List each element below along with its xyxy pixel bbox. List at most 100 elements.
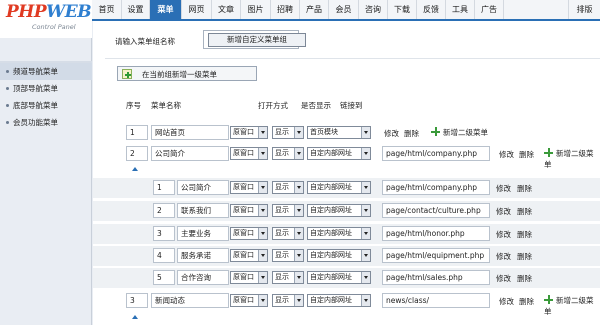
visible-select[interactable]: 显示 xyxy=(272,181,304,194)
open-mode-select[interactable]: 原窗口 xyxy=(230,181,268,194)
edit-link[interactable]: 修改 xyxy=(496,273,511,284)
open-mode-select[interactable]: 原窗口 xyxy=(230,147,268,160)
open-mode-select[interactable]: 原窗口 xyxy=(230,204,268,217)
layout-button[interactable]: 排版 xyxy=(568,0,600,19)
edit-link[interactable]: 修改 xyxy=(499,296,514,307)
open-mode-select[interactable]: 原窗口 xyxy=(230,294,268,307)
add-submenu-button[interactable]: 新增二级菜单 xyxy=(544,295,600,317)
open-mode-value: 原窗口 xyxy=(233,229,254,237)
open-mode-select[interactable]: 原窗口 xyxy=(230,126,268,139)
edit-link[interactable]: 修改 xyxy=(499,149,514,160)
sidebar-item-bottom-nav[interactable]: 底部导航菜单 xyxy=(0,97,92,114)
order-input[interactable]: 2 xyxy=(126,146,148,161)
delete-link[interactable]: 删除 xyxy=(519,149,534,160)
tab-pages[interactable]: 网页 xyxy=(182,0,212,19)
visible-select[interactable]: 显示 xyxy=(272,249,304,262)
collapse-icon[interactable] xyxy=(132,315,138,319)
collapse-icon[interactable] xyxy=(132,167,138,171)
menu-name-input[interactable]: 网站首页 xyxy=(151,125,229,140)
visible-select[interactable]: 显示 xyxy=(272,294,304,307)
sidebar-item-member-menu[interactable]: 会员功能菜单 xyxy=(0,114,92,131)
edit-link[interactable]: 修改 xyxy=(496,183,511,194)
visible-select[interactable]: 显示 xyxy=(272,227,304,240)
tab-members[interactable]: 会员 xyxy=(329,0,359,19)
visible-select[interactable]: 显示 xyxy=(272,204,304,217)
menu-name-input[interactable]: 联系我们 xyxy=(177,203,229,218)
delete-link[interactable]: 删除 xyxy=(517,251,532,262)
link-target-select[interactable]: 自定内部网址 xyxy=(307,227,371,240)
visible-select[interactable]: 显示 xyxy=(272,271,304,284)
url-input[interactable]: page/html/company.php xyxy=(382,146,490,161)
delete-link[interactable]: 删除 xyxy=(519,296,534,307)
menu-name-input[interactable]: 合作咨询 xyxy=(177,270,229,285)
add-submenu-label: 新增二级菜单 xyxy=(443,128,488,137)
link-target-select[interactable]: 自定内部网址 xyxy=(307,271,371,284)
add-top-level-menu-button[interactable]: 在当前组新增一级菜单 xyxy=(117,66,257,81)
delete-link[interactable]: 删除 xyxy=(404,128,419,139)
add-submenu-button[interactable]: 新增二级菜单 xyxy=(544,148,600,170)
visible-value: 显示 xyxy=(275,229,289,237)
tab-home[interactable]: 首页 xyxy=(92,0,122,19)
visible-value: 显示 xyxy=(275,251,289,259)
col-header-link-to: 链接到 xyxy=(340,101,363,110)
link-target-select[interactable]: 自定内部网址 xyxy=(307,204,371,217)
visible-select[interactable]: 显示 xyxy=(272,147,304,160)
menu-name-input[interactable]: 服务承诺 xyxy=(177,248,229,263)
link-target-select[interactable]: 自定内部网址 xyxy=(307,294,371,307)
open-mode-select[interactable]: 原窗口 xyxy=(230,271,268,284)
tab-feedback[interactable]: 反馈 xyxy=(417,0,446,19)
add-custom-menu-group-button[interactable]: 新增自定义菜单组 xyxy=(208,33,306,47)
chevron-down-icon xyxy=(294,228,303,239)
chevron-down-icon xyxy=(294,127,303,138)
open-mode-select[interactable]: 原窗口 xyxy=(230,249,268,262)
add-submenu-button[interactable]: 新增二级菜单 xyxy=(431,127,488,138)
url-input[interactable]: page/html/company.php xyxy=(382,180,490,195)
order-input[interactable]: 1 xyxy=(126,125,148,140)
sidebar-item-top-nav[interactable]: 顶部导航菜单 xyxy=(0,80,92,97)
edit-link[interactable]: 修改 xyxy=(384,128,399,139)
tab-articles[interactable]: 文章 xyxy=(212,0,241,19)
tab-products[interactable]: 产品 xyxy=(300,0,329,19)
delete-link[interactable]: 删除 xyxy=(517,273,532,284)
edit-link[interactable]: 修改 xyxy=(496,251,511,262)
link-target-select[interactable]: 首页模块 xyxy=(307,126,371,139)
edit-link[interactable]: 修改 xyxy=(496,229,511,240)
order-input[interactable]: 3 xyxy=(153,226,175,241)
delete-link[interactable]: 删除 xyxy=(517,229,532,240)
tab-ads[interactable]: 广告 xyxy=(475,0,504,19)
tab-downloads[interactable]: 下载 xyxy=(388,0,417,19)
tab-tools[interactable]: 工具 xyxy=(446,0,475,19)
menu-name-input[interactable]: 公司简介 xyxy=(151,146,229,161)
open-mode-value: 原窗口 xyxy=(233,149,254,157)
menu-name-input[interactable]: 新闻动态 xyxy=(151,293,229,308)
sidebar-item-channel-nav[interactable]: 频道导航菜单 xyxy=(0,63,92,80)
url-input[interactable]: page/html/equipment.php xyxy=(382,248,490,263)
tab-jobs[interactable]: 招聘 xyxy=(271,0,300,19)
order-input[interactable]: 5 xyxy=(153,270,175,285)
link-target-select[interactable]: 自定内部网址 xyxy=(307,181,371,194)
open-mode-select[interactable]: 原窗口 xyxy=(230,227,268,240)
tab-menu[interactable]: 菜单 xyxy=(150,0,182,19)
url-input[interactable]: page/contact/culture.php xyxy=(382,203,490,218)
visible-value: 显示 xyxy=(275,206,289,214)
link-target-select[interactable]: 自定内部网址 xyxy=(307,147,371,160)
delete-link[interactable]: 删除 xyxy=(517,206,532,217)
url-input[interactable]: news/class/ xyxy=(382,293,490,308)
menu-name-input[interactable]: 主要业务 xyxy=(177,226,229,241)
order-input[interactable]: 2 xyxy=(153,203,175,218)
menu-name-input[interactable]: 公司简介 xyxy=(177,180,229,195)
order-input[interactable]: 1 xyxy=(153,180,175,195)
order-input[interactable]: 3 xyxy=(126,293,148,308)
sidebar-item-label: 会员功能菜单 xyxy=(13,118,58,127)
delete-link[interactable]: 删除 xyxy=(517,183,532,194)
edit-link[interactable]: 修改 xyxy=(496,206,511,217)
tab-consult[interactable]: 咨询 xyxy=(359,0,388,19)
link-target-select[interactable]: 自定内部网址 xyxy=(307,249,371,262)
tab-images[interactable]: 图片 xyxy=(241,0,271,19)
url-input[interactable]: page/html/honor.php xyxy=(382,226,490,241)
url-input[interactable]: page/html/sales.php xyxy=(382,270,490,285)
tab-settings[interactable]: 设置 xyxy=(122,0,150,19)
visible-select[interactable]: 显示 xyxy=(272,126,304,139)
link-target-value: 首页模块 xyxy=(310,128,338,136)
order-input[interactable]: 4 xyxy=(153,248,175,263)
